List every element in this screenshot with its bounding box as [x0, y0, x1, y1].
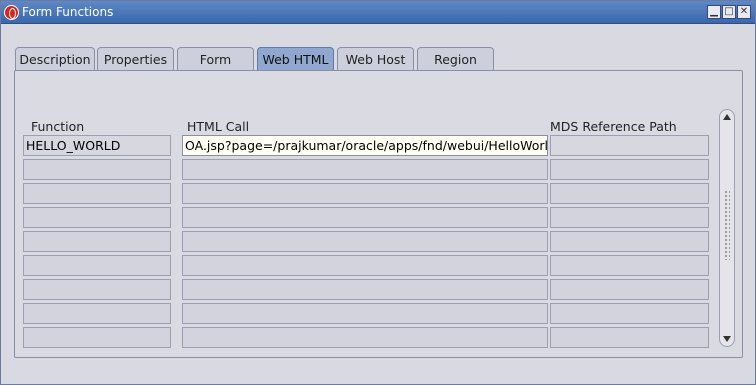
html-call-field[interactable] — [182, 279, 548, 300]
tab-region[interactable]: Region — [417, 47, 494, 71]
scroll-down-icon[interactable] — [723, 336, 731, 342]
tab-form[interactable]: Form — [177, 47, 254, 71]
mds-path-field[interactable] — [550, 135, 709, 156]
function-field[interactable] — [23, 231, 171, 252]
mds-path-field[interactable] — [550, 279, 709, 300]
function-field[interactable] — [23, 279, 171, 300]
function-field[interactable]: HELLO_WORLD — [23, 135, 171, 156]
window-title: Form Functions — [22, 5, 114, 19]
tab-properties[interactable]: Properties — [97, 47, 174, 71]
title-bar[interactable]: Form Functions ▁ □ ✕ — [1, 1, 755, 24]
form-functions-window: Form Functions ▁ □ ✕ Description Propert… — [0, 0, 756, 385]
mds-path-field[interactable] — [550, 207, 709, 228]
html-call-field[interactable] — [182, 303, 548, 324]
function-column-header: Function — [31, 119, 85, 134]
mds-path-field[interactable] — [550, 303, 709, 324]
maximize-button[interactable]: □ — [722, 5, 736, 19]
html-call-field[interactable] — [182, 183, 548, 204]
function-field[interactable] — [23, 327, 171, 348]
function-field[interactable] — [23, 303, 171, 324]
tab-web-html[interactable]: Web HTML — [257, 47, 334, 72]
function-field[interactable] — [23, 255, 171, 276]
html-call-column-header: HTML Call — [187, 119, 250, 134]
oracle-app-icon — [4, 5, 19, 20]
mds-path-field[interactable] — [550, 159, 709, 180]
mds-path-field[interactable] — [550, 255, 709, 276]
tab-web-host[interactable]: Web Host — [337, 47, 414, 71]
html-call-field[interactable] — [182, 255, 548, 276]
html-call-field[interactable] — [182, 231, 548, 252]
mds-path-field[interactable] — [550, 327, 709, 348]
mds-path-column-header: MDS Reference Path — [550, 119, 677, 134]
html-call-field[interactable]: OA.jsp?page=/prajkumar/oracle/apps/fnd/w… — [182, 135, 548, 156]
function-field[interactable] — [23, 207, 171, 228]
scroll-grip-icon[interactable] — [724, 190, 730, 260]
vertical-scrollbar[interactable] — [719, 109, 735, 347]
function-field[interactable] — [23, 159, 171, 180]
mds-path-field[interactable] — [550, 183, 709, 204]
function-field[interactable] — [23, 183, 171, 204]
tab-description[interactable]: Description — [15, 47, 95, 71]
mds-path-field[interactable] — [550, 231, 709, 252]
close-button[interactable]: ✕ — [737, 5, 751, 19]
html-call-field[interactable] — [182, 327, 548, 348]
scroll-up-icon[interactable] — [723, 114, 731, 120]
html-call-field[interactable] — [182, 159, 548, 180]
html-call-field[interactable] — [182, 207, 548, 228]
minimize-button[interactable]: ▁ — [707, 5, 721, 19]
